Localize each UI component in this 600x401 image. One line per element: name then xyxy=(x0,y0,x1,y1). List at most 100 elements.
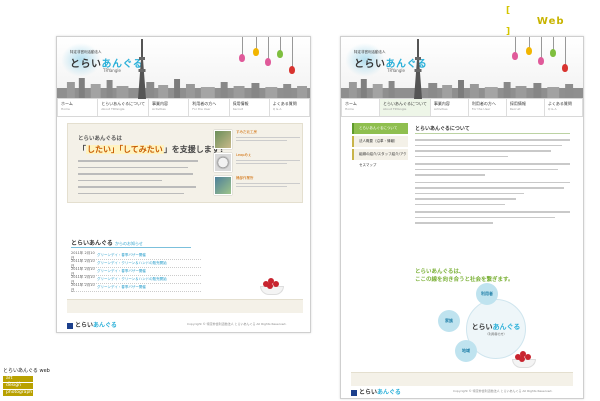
nav-sub: For the User xyxy=(471,107,491,111)
nav-sub: Activities xyxy=(152,107,166,111)
about-body-text xyxy=(415,139,570,228)
hero-title-line2: 「したい」「してみたい」を支援します! xyxy=(78,144,223,155)
news-list: 2011年 2月10日 グリーンデイ・春季バザー開催 2011年 2月10日 グリー… xyxy=(71,251,201,292)
nav-sub: For the User xyxy=(192,107,211,111)
hero-body-text xyxy=(78,160,198,199)
global-nav: ホーム Home とらいあんぐるについて About TRYangle 事業内容 Ac… xyxy=(57,99,310,117)
side-item-profile[interactable]: 法人概要（沿革・情報） xyxy=(352,136,408,147)
logo-text: とらい xyxy=(354,59,386,70)
nav-sub: Q & A xyxy=(272,107,282,111)
nav-sub: About TRYangle xyxy=(101,107,125,111)
circle-user-label: 利用者 xyxy=(481,291,493,296)
web-tag: [ Web ] xyxy=(506,6,600,37)
news-date: 2011年 2月10日 xyxy=(71,282,95,292)
tower-icon xyxy=(138,39,146,99)
circle-main-accent: あんぐる xyxy=(492,323,521,331)
nav-home[interactable]: ホーム Home xyxy=(57,99,99,116)
home-page-mockup: 特定非営利活動法人 とらいあんぐる TRYangle ホーム Home とらいあ… xyxy=(56,36,311,333)
circle-family: 家族 xyxy=(438,310,460,332)
news-link[interactable]: グリーンデイ・クリーン＆ハンドの販売開始 xyxy=(97,261,167,266)
news-heading-sub: からのお知らせ xyxy=(114,241,143,246)
circle-community-label: 地域 xyxy=(462,348,470,353)
site-header: 特定非営利活動法人 とらいあんぐる TRYangle xyxy=(57,37,310,99)
bracket-open: [ xyxy=(506,6,512,16)
credit-list: art direction design photograph xyxy=(3,376,33,396)
nav-for-user[interactable]: 利用者の方へ For the User xyxy=(189,99,230,116)
news-link[interactable]: グリーンデイ・春季バザー開催 xyxy=(97,253,146,258)
nav-sub: Home xyxy=(61,107,70,111)
hero-panel: とらいあんぐるは 「したい」「してみたい」を支援します! すみだ北工房 Leap… xyxy=(67,123,303,203)
facility-title: すみだ北工房 xyxy=(236,130,257,134)
nav-sub: Home xyxy=(345,107,354,111)
nav-about[interactable]: とらいあんぐるについて About TRYangle xyxy=(98,99,150,116)
footer-logo-accent: あんぐる xyxy=(377,389,401,396)
nav-recruit[interactable]: 採用情報 Recruit xyxy=(230,99,270,116)
title-divider xyxy=(415,133,570,134)
facility-photo xyxy=(214,130,232,149)
circle-main-text: とらい xyxy=(471,323,493,331)
footer-logo[interactable]: とらいあんぐる xyxy=(351,387,401,396)
news-heading-main: とらいあんぐる xyxy=(71,240,113,247)
berry-bowl-icon xyxy=(509,346,539,368)
nav-activities[interactable]: 事業内容 Activities xyxy=(431,99,469,116)
news-divider xyxy=(71,247,191,248)
nav-home[interactable]: ホーム Home xyxy=(341,99,381,116)
page-title: とらいあんぐるについて xyxy=(415,126,470,132)
circle-user: 利用者 xyxy=(476,283,498,305)
nav-sub: Recruit xyxy=(232,107,244,111)
hero-highlight: したい」「してみたい xyxy=(86,145,164,154)
hanging-lamps xyxy=(507,37,577,92)
nav-sub: Activities xyxy=(433,107,448,111)
nav-activities[interactable]: 事業内容 Activities xyxy=(149,99,190,116)
facility-item[interactable]: すみだ北工房 xyxy=(214,130,300,149)
nav-faq[interactable]: よくある質問 Q & A xyxy=(270,99,310,116)
footer-logo[interactable]: とらいあんぐる xyxy=(67,320,117,329)
mission-line1: とらいあんぐるは、 xyxy=(415,269,465,275)
nav-sub: Recruit xyxy=(509,107,521,111)
mission-statement: とらいあんぐるは、ここの線を向き合うと社会を繋ぎます。 xyxy=(415,268,513,284)
nav-sub: About TRYangle xyxy=(383,107,407,111)
facility-photo xyxy=(214,176,232,195)
nav-recruit[interactable]: 採用情報 Recruit xyxy=(507,99,545,116)
footer-logo-text: とらい xyxy=(75,322,94,329)
footer-logo-text: とらい xyxy=(359,389,378,396)
news-link[interactable]: グリーンデイ・春季バザー開催 xyxy=(97,269,146,274)
about-page-mockup: 特定非営利活動法人 とらいあんぐる TRYangle ホーム Home とらいあ… xyxy=(340,36,584,399)
facility-item[interactable]: Leapめぇ xyxy=(214,153,300,172)
web-label: Web xyxy=(536,16,565,27)
news-link[interactable]: グリーンデイ・クリーン＆ハンドの販売開始 xyxy=(97,277,167,282)
site-header: 特定非営利活動法人 とらいあんぐる TRYangle xyxy=(341,37,583,99)
side-menu: とらいあんぐるについて 法人概要（沿革・情報） 組織の紹介/スタッフ紹介/アクセ… xyxy=(352,123,408,167)
hero-title-line1: とらいあんぐるは xyxy=(78,136,122,142)
footer-bar xyxy=(351,372,573,386)
logo-text: とらい xyxy=(70,59,102,70)
facility-title: Leapめぇ xyxy=(236,153,252,157)
nav-for-user[interactable]: 利用者の方へ For the User xyxy=(469,99,507,116)
copyright: Copyright © 特定非営利活動法人 とらいあんぐる All Rights… xyxy=(453,389,553,393)
facility-list: すみだ北工房 Leapめぇ 桶部作業所 xyxy=(214,130,300,199)
side-item-organization[interactable]: 組織の紹介/スタッフ紹介/アクセスマップ xyxy=(352,149,408,167)
hero-quote-open: 「 xyxy=(78,145,86,154)
global-nav: ホーム Home とらいあんぐるについて About TRYangle 事業内容 Ac… xyxy=(341,99,583,117)
news-row[interactable]: 2011年 2月10日 グリーンデイ・春季バザー開催 xyxy=(71,282,201,292)
tower-icon xyxy=(414,39,422,99)
facility-item[interactable]: 桶部作業所 xyxy=(214,176,300,195)
credit-design: design xyxy=(3,383,33,389)
footer-logo-accent: あんぐる xyxy=(93,322,117,329)
clock-photo xyxy=(214,153,232,172)
circle-main-sub: （利用者の方） xyxy=(485,332,507,336)
nav-sub: Q & A xyxy=(547,107,557,111)
news-link[interactable]: グリーンデイ・春季バザー開催 xyxy=(97,285,146,290)
project-caption: とらいあんぐる web xyxy=(3,368,50,374)
news-heading: とらいあんぐる からのお知らせ xyxy=(71,238,143,247)
circle-community: 地域 xyxy=(455,340,477,362)
circle-family-label: 家族 xyxy=(445,318,453,323)
mission-line2: ここの線を向き合うと社会を繋ぎます。 xyxy=(415,277,514,283)
nav-faq[interactable]: よくある質問 Q & A xyxy=(545,99,583,116)
nav-about[interactable]: とらいあんぐるについて About TRYangle xyxy=(380,99,431,116)
facility-title: 桶部作業所 xyxy=(236,176,254,180)
hanging-lamps xyxy=(234,37,304,92)
credit-art-direction: art direction xyxy=(3,376,33,387)
credit-photograph: photograph xyxy=(3,390,33,396)
side-item-about[interactable]: とらいあんぐるについて xyxy=(352,123,408,134)
